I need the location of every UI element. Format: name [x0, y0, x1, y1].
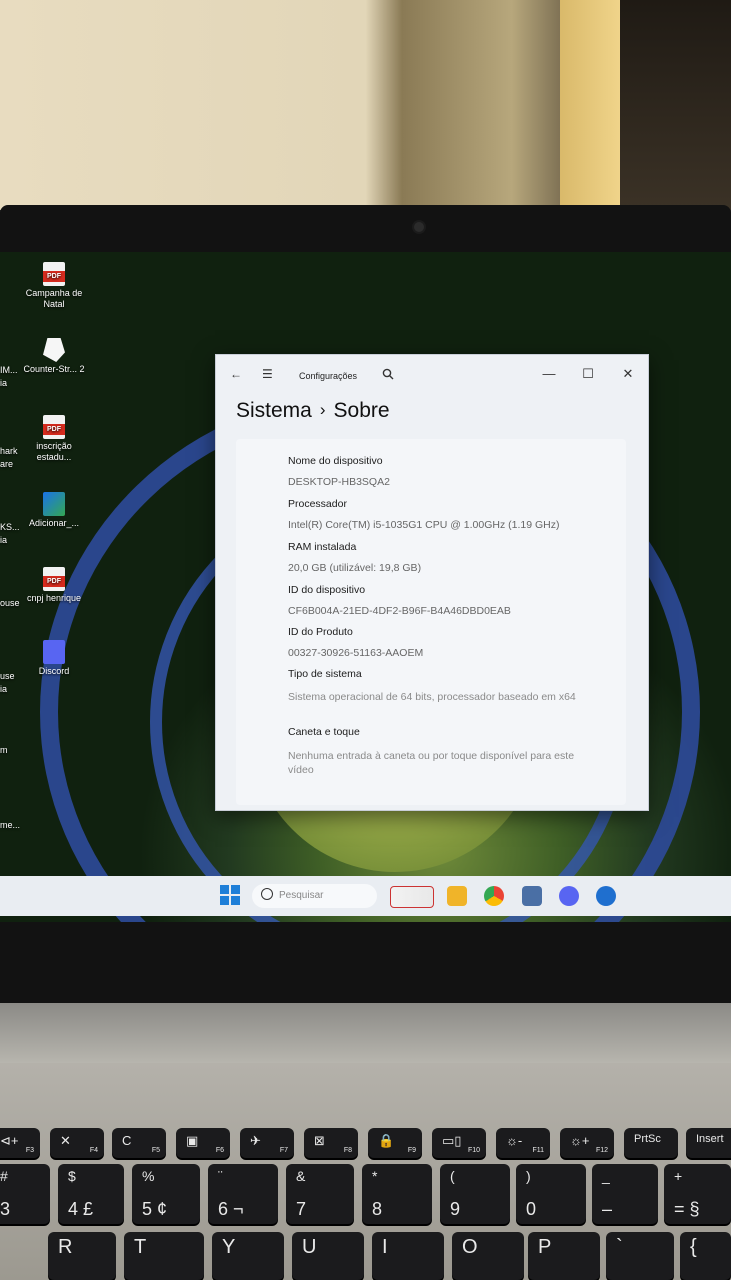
key-r[interactable]: R — [48, 1232, 116, 1280]
key-y[interactable]: Y — [212, 1232, 284, 1280]
partial-label: IM... — [0, 365, 18, 375]
spec-value-ram: 20,0 GB (utilizável: 19,8 GB) — [288, 562, 422, 574]
taskbar: Pesquisar — [0, 876, 731, 916]
partial-label: KS... — [0, 522, 20, 532]
breadcrumb: Sistema › Sobre — [236, 399, 390, 423]
app-installer-icon — [43, 492, 65, 516]
search-icon[interactable] — [382, 368, 394, 383]
key-f8[interactable]: ⊠ F8 — [304, 1128, 358, 1158]
spec-value-device-id: CF6B004A-21ED-4DF2-B96F-B4A46DBD0EAB — [288, 605, 511, 617]
key-f12[interactable]: ☼+ F12 — [560, 1128, 614, 1158]
spec-label-product-id: ID do Produto — [288, 626, 353, 638]
partial-label: m — [0, 745, 8, 755]
partial-label: ouse — [0, 598, 20, 608]
key-0[interactable]: ) 0 — [516, 1164, 586, 1224]
windows-start-icon[interactable] — [220, 885, 240, 905]
partial-label: ia — [0, 535, 8, 545]
key-f5[interactable]: C F5 — [112, 1128, 166, 1158]
background-shadow — [620, 0, 731, 210]
key-6[interactable]: ¨ 6 ¬ — [208, 1164, 278, 1224]
key-prtsc[interactable]: PrtSc — [624, 1128, 678, 1158]
hamburger-menu-icon[interactable]: ☰ — [262, 367, 273, 381]
key-5[interactable]: % 5 ¢ — [132, 1164, 200, 1224]
desktop-icon-adicionar[interactable]: Adicionar_... — [22, 492, 86, 529]
desktop-icon-campanha[interactable]: Campanha de Natal — [22, 262, 86, 310]
back-arrow-icon[interactable]: ← — [230, 367, 242, 381]
partial-label: me... — [0, 820, 21, 830]
chrome-icon[interactable] — [484, 886, 504, 906]
laptop-hinge — [0, 1003, 731, 1063]
key-f11[interactable]: ☼- F11 — [496, 1128, 550, 1158]
partial-label: ia — [0, 378, 8, 388]
breadcrumb-current: Sobre — [333, 399, 390, 422]
calculator-icon[interactable] — [522, 886, 542, 906]
pdf-icon — [43, 567, 65, 591]
desktop-icon-cnpj[interactable]: cnpj henrique — [22, 567, 86, 604]
breadcrumb-parent[interactable]: Sistema — [236, 399, 312, 422]
key-brace[interactable]: { — [680, 1232, 731, 1280]
key-equals[interactable]: + = § — [664, 1164, 731, 1224]
taskbar-search[interactable]: Pesquisar — [252, 884, 377, 908]
spec-label-ram: RAM instalada — [288, 541, 357, 553]
webcam — [414, 222, 424, 232]
spec-label-processor: Processador — [288, 498, 347, 510]
key-t[interactable]: T — [124, 1232, 204, 1280]
close-button[interactable]: ✕ — [613, 361, 643, 387]
key-p[interactable]: P — [528, 1232, 600, 1280]
key-f4[interactable]: ✕ F4 — [50, 1128, 104, 1158]
settings-gear-icon[interactable] — [596, 886, 616, 906]
key-u[interactable]: U — [292, 1232, 364, 1280]
key-minus[interactable]: _ – — [592, 1164, 658, 1224]
background-room — [0, 0, 731, 210]
desktop-icon-discord[interactable]: Discord — [22, 640, 86, 677]
key-o[interactable]: O — [452, 1232, 524, 1280]
file-explorer-icon[interactable] — [447, 886, 467, 906]
key-f3[interactable]: ⊲+ F3 — [0, 1128, 40, 1158]
partial-label: use — [0, 671, 15, 681]
key-4[interactable]: $4 £ — [58, 1164, 124, 1224]
spec-label-system-type: Tipo de sistema — [288, 668, 362, 680]
spec-value-product-id: 00327-30926-51163-AAOEM — [288, 647, 424, 659]
spec-value-system-type: Sistema operacional de 64 bits, processa… — [288, 691, 576, 703]
partial-label: are — [0, 459, 14, 469]
spec-label-device-id: ID do dispositivo — [288, 584, 366, 596]
partial-label: hark — [0, 446, 18, 456]
window-title: Configurações — [299, 371, 358, 381]
maximize-button[interactable]: ☐ — [573, 361, 603, 387]
spec-label-device-name: Nome do dispositivo — [288, 455, 383, 467]
key-8[interactable]: * 8 — [362, 1164, 432, 1224]
search-icon — [261, 888, 273, 900]
spec-label-pen-touch: Caneta e toque — [288, 726, 360, 738]
key-3[interactable]: #3 — [0, 1164, 50, 1224]
news-widget-icon[interactable] — [390, 886, 434, 908]
discord-icon — [43, 640, 65, 664]
chevron-right-icon: › — [319, 400, 326, 419]
spec-value-device-name: DESKTOP-HB3SQA2 — [288, 476, 390, 488]
desktop-icon-counter-strike[interactable]: Counter-Str... 2 — [22, 338, 86, 375]
partial-label: ia — [0, 684, 8, 694]
search-placeholder: Pesquisar — [279, 890, 324, 901]
pdf-icon — [43, 415, 65, 439]
key-i[interactable]: I — [372, 1232, 444, 1280]
spec-value-pen-touch: Nenhuma entrada à caneta ou por toque di… — [288, 750, 575, 776]
spec-value-processor: Intel(R) Core(TM) i5-1035G1 CPU @ 1.00GH… — [288, 519, 560, 531]
key-7[interactable]: & 7 — [286, 1164, 354, 1224]
key-f7[interactable]: ✈ F7 — [240, 1128, 294, 1158]
desktop-icon-inscricao[interactable]: inscrição estadu... — [22, 415, 86, 463]
counter-strike-icon — [43, 338, 65, 362]
key-9[interactable]: (9 — [440, 1164, 510, 1224]
discord-icon[interactable] — [559, 886, 579, 906]
pdf-icon — [43, 262, 65, 286]
settings-window: ← ☰ Configurações — ☐ ✕ Sistema › Sobre No… — [215, 354, 649, 811]
key-f9[interactable]: 🔒 F9 — [368, 1128, 422, 1158]
key-insert[interactable]: Insert — [686, 1128, 731, 1158]
minimize-button[interactable]: — — [534, 361, 564, 387]
device-specs-panel: Nome do dispositivo DESKTOP-HB3SQA2 Proc… — [236, 439, 626, 805]
window-titlebar: ← ☰ Configurações — ☐ ✕ — [216, 355, 648, 397]
key-f10[interactable]: ▭▯ F10 — [432, 1128, 486, 1158]
key-backtick[interactable]: ` — [606, 1232, 674, 1280]
background-door — [560, 0, 620, 210]
key-f6[interactable]: ▣ F6 — [176, 1128, 230, 1158]
